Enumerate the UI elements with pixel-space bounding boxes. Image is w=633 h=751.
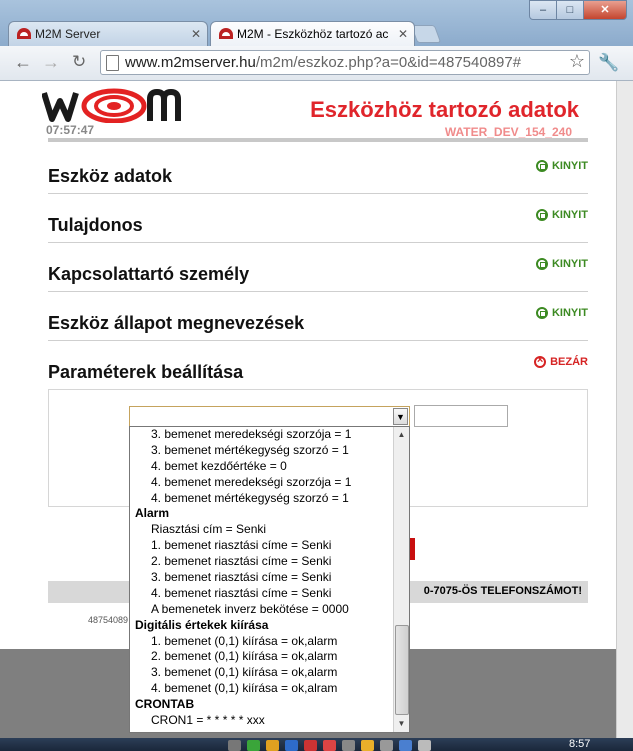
- section-allapot-megnevezesek: Eszköz állapot megnevezések KINYIT: [48, 304, 588, 341]
- parameter-dropdown-list[interactable]: 3. bemenet meredekségi szorzója = 1 3. b…: [129, 426, 410, 733]
- footer-id: 48754089: [88, 615, 129, 625]
- section-title: Kapcsolattartó személy: [48, 264, 250, 284]
- option-3-kiiras[interactable]: 3. bemenet (0,1) kiírása = ok,alarm: [130, 665, 394, 681]
- option-inverz-bekotes[interactable]: A bemenetek inverz bekötése = 0000: [130, 602, 394, 618]
- open-circle-icon: [535, 209, 548, 221]
- parameter-select[interactable]: ▼: [129, 406, 410, 427]
- toggle-label: KINYIT: [551, 209, 588, 221]
- forward-arrow-icon[interactable]: →: [42, 52, 60, 73]
- url-host: www.m2mserver.hu: [125, 54, 256, 71]
- tray-warning-icon[interactable]: [266, 740, 279, 751]
- new-tab-button[interactable]: [410, 25, 442, 43]
- scroll-up-icon[interactable]: ▲: [394, 427, 409, 443]
- back-arrow-icon[interactable]: ←: [14, 52, 32, 73]
- m2m-logo: [42, 88, 181, 123]
- section-tulajdonos: Tulajdonos KINYIT: [48, 206, 588, 243]
- section-kapcsolattarto: Kapcsolattartó személy KINYIT: [48, 255, 588, 292]
- tray-volume-icon[interactable]: [418, 740, 431, 751]
- option-1-riasztasi-cim[interactable]: 1. bemenet riasztási címe = Senki: [130, 538, 394, 554]
- system-tray: [228, 740, 431, 751]
- window-controls: – □ ✕: [529, 0, 627, 20]
- device-id: WATER_DEV_154_240: [444, 125, 572, 139]
- option-4-mertekegyseg[interactable]: 4. bemenet mértékegység szorzó = 1: [130, 491, 394, 507]
- option-3-riasztasi-cim[interactable]: 3. bemenet riasztási címe = Senki: [130, 570, 394, 586]
- minimize-button[interactable]: –: [529, 0, 557, 20]
- tab-m2m-server[interactable]: M2M Server ✕: [8, 21, 208, 46]
- tray-update-icon[interactable]: [304, 740, 317, 751]
- option-riasztasi-cim[interactable]: Riasztási cím = Senki: [130, 522, 394, 538]
- open-toggle-button[interactable]: KINYIT: [535, 258, 588, 270]
- phone-notice-text: 0-7075-ÖS TELEFONSZÁMOT!: [423, 585, 582, 597]
- option-2-riasztasi-cim[interactable]: 2. bemenet riasztási címe = Senki: [130, 554, 394, 570]
- parameter-value-input[interactable]: [414, 405, 508, 427]
- page-scrollbar[interactable]: [616, 81, 633, 738]
- option-list: 3. bemenet meredekségi szorzója = 1 3. b…: [130, 427, 394, 729]
- section-title: Tulajdonos: [48, 215, 143, 235]
- tray-device-icon[interactable]: [342, 740, 355, 751]
- optgroup-alarm: Alarm: [135, 506, 170, 521]
- close-toggle-button[interactable]: BEZÁR: [534, 354, 588, 368]
- scroll-thumb[interactable]: [395, 625, 409, 715]
- option-3-mertekegyseg[interactable]: 3. bemenet mértékegység szorzó = 1: [130, 443, 394, 459]
- optgroup-crontab: CRONTAB: [135, 697, 195, 712]
- toggle-label: KINYIT: [551, 307, 588, 319]
- m2m-favicon-icon: [219, 28, 233, 39]
- open-circle-icon: [535, 160, 548, 172]
- toggle-label: BEZÁR: [550, 356, 588, 368]
- maximize-button[interactable]: □: [556, 0, 584, 20]
- tray-network-icon[interactable]: [285, 740, 298, 751]
- section-eszkoz-adatok: Eszköz adatok KINYIT: [48, 157, 588, 194]
- dropdown-scrollbar[interactable]: ▲ ▼: [393, 427, 409, 732]
- m2m-favicon-icon: [17, 28, 31, 39]
- option-4-kezdoertek[interactable]: 4. bemet kezdőértéke = 0: [130, 459, 394, 475]
- open-toggle-button[interactable]: KINYIT: [535, 160, 588, 172]
- chevron-down-icon[interactable]: ▼: [393, 408, 408, 425]
- option-4-kiiras[interactable]: 4. bemenet (0,1) kiírása = ok,alram: [130, 681, 394, 697]
- tab-eszkoz-adatok[interactable]: M2M - Eszközhöz tartozó ac ✕: [210, 21, 415, 46]
- clock-time: 07:57:47: [46, 123, 95, 137]
- toggle-label: KINYIT: [551, 258, 588, 270]
- tray-signal-icon[interactable]: [399, 740, 412, 751]
- taskbar-clock[interactable]: 8:57: [569, 738, 590, 751]
- browser-toolbar: ← → ↻ www.m2mserver.hu/m2m/eszkoz.php?a=…: [0, 46, 633, 81]
- reload-icon[interactable]: ↻: [72, 52, 86, 72]
- tray-check-icon[interactable]: [247, 740, 260, 751]
- tray-app-icon[interactable]: [228, 740, 241, 751]
- option-cron1[interactable]: CRON1 = * * * * * xxx: [130, 713, 394, 729]
- close-window-button[interactable]: ✕: [583, 0, 627, 20]
- url-path: /m2m/eszkoz.php?a=0&id=487540897#: [255, 54, 522, 71]
- tray-flag-icon[interactable]: [361, 740, 374, 751]
- header-divider: [48, 138, 588, 142]
- page-icon: [106, 55, 119, 71]
- option-4-meredekseg[interactable]: 4. bemenet meredekségi szorzója = 1: [130, 475, 394, 491]
- option-1-kiiras[interactable]: 1. bemenet (0,1) kiírása = ok,alarm: [130, 634, 394, 650]
- section-title: Eszköz állapot megnevezések: [48, 313, 305, 333]
- open-toggle-button[interactable]: KINYIT: [535, 209, 588, 221]
- window-titlebar: M2M Server ✕ M2M - Eszközhöz tartozó ac …: [0, 0, 633, 46]
- taskbar: 8:57: [0, 738, 633, 751]
- tab-label: M2M - Eszközhöz tartozó ac: [237, 27, 389, 41]
- open-circle-icon: [535, 307, 548, 319]
- option-3-meredekseg[interactable]: 3. bemenet meredekségi szorzója = 1: [130, 427, 394, 443]
- close-tab-icon[interactable]: ✕: [398, 22, 408, 46]
- optgroup-digitalis: Digitális értekek kiírása: [135, 617, 269, 632]
- option-2-kiiras[interactable]: 2. bemenet (0,1) kiírása = ok,alarm: [130, 649, 394, 665]
- close-tab-icon[interactable]: ✕: [191, 22, 201, 46]
- section-parameterek: Paraméterek beállítása BEZÁR: [48, 353, 588, 389]
- close-circle-icon: [534, 354, 547, 368]
- tab-label: M2M Server: [35, 27, 101, 41]
- wrench-icon[interactable]: 🔧: [598, 53, 619, 73]
- option-4-riasztasi-cim[interactable]: 4. bemenet riasztási címe = Senki: [130, 586, 394, 602]
- tray-battery-icon[interactable]: [380, 740, 393, 751]
- section-title: Eszköz adatok: [48, 166, 173, 186]
- bookmark-star-icon[interactable]: ☆: [569, 50, 585, 73]
- address-bar[interactable]: www.m2mserver.hu/m2m/eszkoz.php?a=0&id=4…: [100, 50, 590, 75]
- toggle-label: KINYIT: [551, 160, 588, 172]
- page-title: Eszközhöz tartozó adatok: [310, 97, 579, 122]
- open-circle-icon: [535, 258, 548, 270]
- tray-security-icon[interactable]: [323, 740, 336, 751]
- open-toggle-button[interactable]: KINYIT: [535, 307, 588, 319]
- section-title: Paraméterek beállítása: [48, 362, 244, 382]
- scroll-down-icon[interactable]: ▼: [394, 716, 409, 732]
